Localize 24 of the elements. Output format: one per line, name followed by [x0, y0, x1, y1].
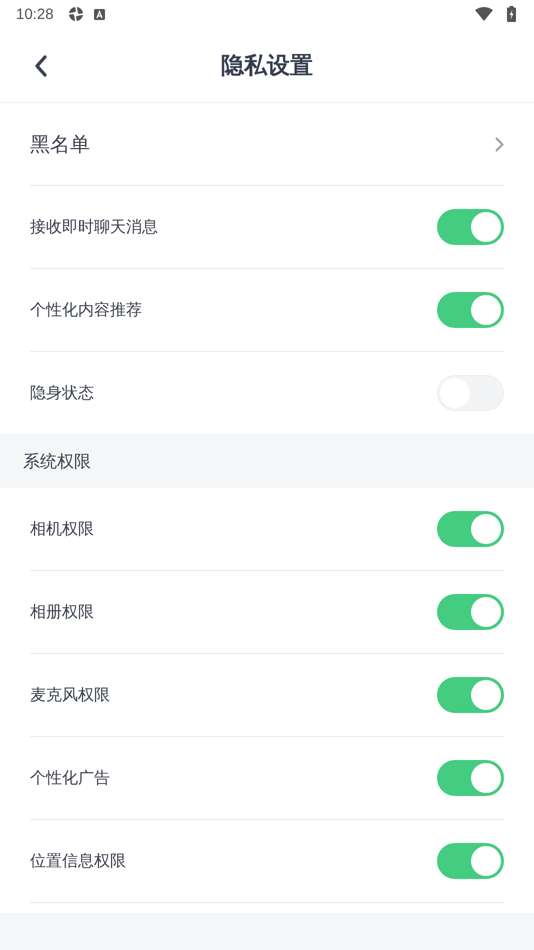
setting-label: 接收即时聊天消息	[30, 216, 158, 238]
toggle-switch[interactable]	[437, 760, 504, 796]
page-title: 隐私设置	[221, 52, 313, 80]
setting-label: 个性化内容推荐	[30, 300, 142, 320]
wifi-icon	[475, 7, 493, 21]
aperture-icon	[68, 6, 84, 22]
toggle-switch[interactable]	[437, 594, 504, 630]
toggle-switch[interactable]	[437, 511, 504, 547]
chevron-right-icon[interactable]	[495, 136, 504, 152]
setting-label: 麦克风权限	[30, 684, 110, 706]
setting-label: 相机权限	[30, 518, 94, 540]
setting-label: 隐身状态	[30, 382, 94, 404]
section-title: 系统权限	[23, 450, 91, 472]
setting-label[interactable]: 黑名单	[30, 130, 90, 158]
status-time: 10:28	[16, 6, 54, 22]
setting-label: 相册权限	[30, 602, 94, 622]
toggle-switch[interactable]	[437, 677, 504, 713]
notification-icon	[94, 8, 105, 20]
battery-charging-icon	[507, 6, 516, 22]
toggle-switch[interactable]	[437, 292, 504, 328]
toggle-switch[interactable]	[437, 209, 504, 245]
setting-label: 位置信息权限	[30, 850, 126, 872]
setting-label: 个性化广告	[30, 768, 110, 788]
toggle-switch[interactable]	[437, 843, 504, 879]
